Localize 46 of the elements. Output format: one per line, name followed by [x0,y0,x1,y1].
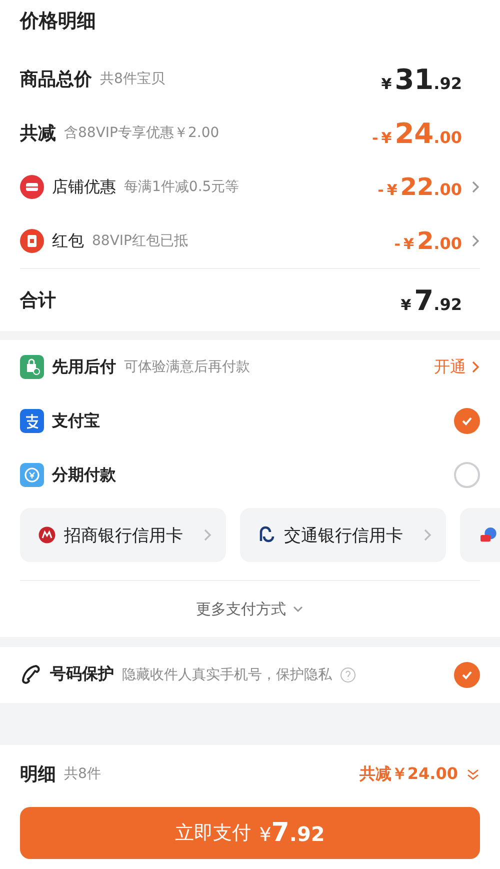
row-note: 含88VIP专享优惠￥2.00 [64,124,220,142]
payment-label: 先用后付 [52,356,116,378]
radio-button[interactable] [454,408,480,434]
detail-label: 明细 [20,763,56,786]
chevron-icon [422,529,432,542]
expand-icon[interactable] [466,767,480,782]
protection-label: 号码保护 [50,664,114,685]
row-note: 共8件宝贝 [100,70,165,88]
total-label: 合计 [20,289,56,312]
item-count: 共8件 [64,765,101,784]
price-amount: - ¥2.00 [394,227,462,255]
checkbox[interactable] [454,662,480,688]
payment-label: 分期付款 [52,464,116,486]
row-note: 每满1件减0.5元等 [124,178,240,196]
bank-card-option[interactable]: 交通银行信用卡 [240,508,446,562]
price-amount: - ¥22.00 [378,173,462,201]
protection-note: 隐藏收件人真实手机号，保护隐私 [122,666,332,684]
discount-total: 共减￥24.00 [359,764,458,785]
row-label: 商品总价 [20,68,92,91]
more-payment-link[interactable]: 更多支付方式 [20,581,480,638]
chevron-down-icon [292,605,304,614]
bank-logo-icon [258,526,276,544]
row-label: 共减 [20,122,56,145]
shop-icon [20,175,44,199]
activate-link[interactable]: 开通 [434,356,480,378]
bank-card-option[interactable]: 招商银行信用卡 [20,508,226,562]
pay-button[interactable]: 立即支付 ¥7.92 [20,807,480,860]
installment-icon [20,463,44,488]
chevron-icon [470,361,480,374]
row-label: 店铺优惠 [52,176,116,198]
shopping-bag-icon [20,355,44,380]
price-amount: - ¥24.00 [372,116,462,150]
payment-label: 支付宝 [52,410,100,432]
help-icon [340,666,356,682]
bank-logo-icon [38,526,56,544]
price-amount: ¥31.92 [381,62,462,96]
total-amount: ¥7.92 [400,284,462,316]
section-title: 价格明细 [20,9,97,34]
phone-icon [20,662,42,686]
chevron-icon [202,529,212,542]
row-label: 红包 [52,230,84,252]
radio-button[interactable] [454,462,480,488]
row-note: 88VIP红包已抵 [92,232,188,250]
envelope-icon [20,229,44,253]
payment-note: 可体验满意后再付款 [124,358,250,376]
alipay-icon [20,409,44,434]
